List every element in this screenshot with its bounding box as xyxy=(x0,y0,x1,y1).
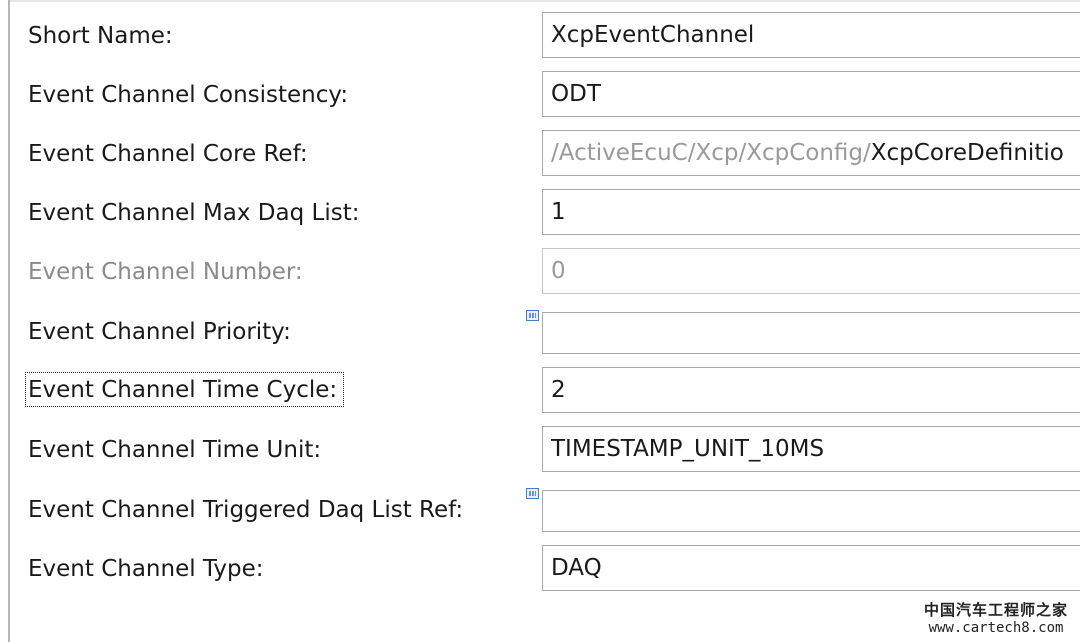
event-channel-priority-input[interactable] xyxy=(542,312,1080,354)
watermark-line1: 中国汽车工程师之家 xyxy=(923,601,1068,619)
row-event-channel-priority: Event Channel Priority: xyxy=(0,302,1080,361)
event-channel-time-cycle-input[interactable]: 2 xyxy=(542,367,1080,413)
row-event-channel-consistency: Event Channel Consistency: ODT xyxy=(0,65,1080,124)
row-event-channel-time-unit: Event Channel Time Unit: TIMESTAMP_UNIT_… xyxy=(0,420,1080,479)
row-event-channel-triggered-daq-list-ref: Event Channel Triggered Daq List Ref: xyxy=(0,480,1080,539)
core-ref-path-target: XcpCoreDefinitio xyxy=(870,140,1064,166)
event-channel-core-ref-label: Event Channel Core Ref: xyxy=(28,140,308,167)
event-channel-type-label: Event Channel Type: xyxy=(28,555,264,582)
event-channel-time-unit-label: Event Channel Time Unit: xyxy=(28,436,322,463)
event-channel-triggered-daq-list-ref-input[interactable] xyxy=(542,490,1080,532)
event-channel-number-input: 0 xyxy=(542,248,1080,294)
core-ref-path-prefix: /ActiveEcuC/Xcp/XcpConfig/ xyxy=(551,140,871,166)
event-channel-consistency-label: Event Channel Consistency: xyxy=(28,81,349,108)
event-channel-max-daq-list-label: Event Channel Max Daq List: xyxy=(28,199,360,226)
short-name-label: Short Name: xyxy=(28,22,173,49)
event-channel-triggered-daq-list-ref-label: Event Channel Triggered Daq List Ref: xyxy=(28,496,464,523)
priority-decorator-icon[interactable] xyxy=(526,310,539,321)
event-channel-time-cycle-label: Event Channel Time Cycle: xyxy=(24,372,345,407)
row-event-channel-max-daq-list: Event Channel Max Daq List: 1 xyxy=(0,183,1080,242)
watermark-line2: www.cartech8.com xyxy=(928,620,1064,636)
row-event-channel-core-ref: Event Channel Core Ref: /ActiveEcuC/Xcp/… xyxy=(0,124,1080,183)
event-channel-type-select[interactable]: DAQ xyxy=(542,545,1080,591)
event-channel-time-unit-select[interactable]: TIMESTAMP_UNIT_10MS xyxy=(542,426,1080,472)
event-channel-consistency-select[interactable]: ODT xyxy=(542,71,1080,117)
watermark: 中国汽车工程师之家 www.cartech8.com xyxy=(924,599,1068,636)
event-channel-max-daq-list-input[interactable]: 1 xyxy=(542,189,1080,235)
short-name-input[interactable]: XcpEventChannel xyxy=(542,12,1080,58)
event-channel-core-ref-input[interactable]: /ActiveEcuC/Xcp/XcpConfig/XcpCoreDefinit… xyxy=(542,130,1080,176)
event-channel-number-label: Event Channel Number: xyxy=(28,258,303,285)
triggered-daq-ref-decorator-icon[interactable] xyxy=(526,488,539,499)
row-event-channel-type: Event Channel Type: DAQ xyxy=(0,539,1080,598)
row-event-channel-number: Event Channel Number: 0 xyxy=(0,242,1080,301)
panel-top-border xyxy=(8,0,1080,2)
event-channel-priority-label: Event Channel Priority: xyxy=(28,318,291,345)
row-event-channel-time-cycle: Event Channel Time Cycle: 2 xyxy=(0,361,1080,420)
row-short-name: Short Name: XcpEventChannel xyxy=(0,6,1080,65)
